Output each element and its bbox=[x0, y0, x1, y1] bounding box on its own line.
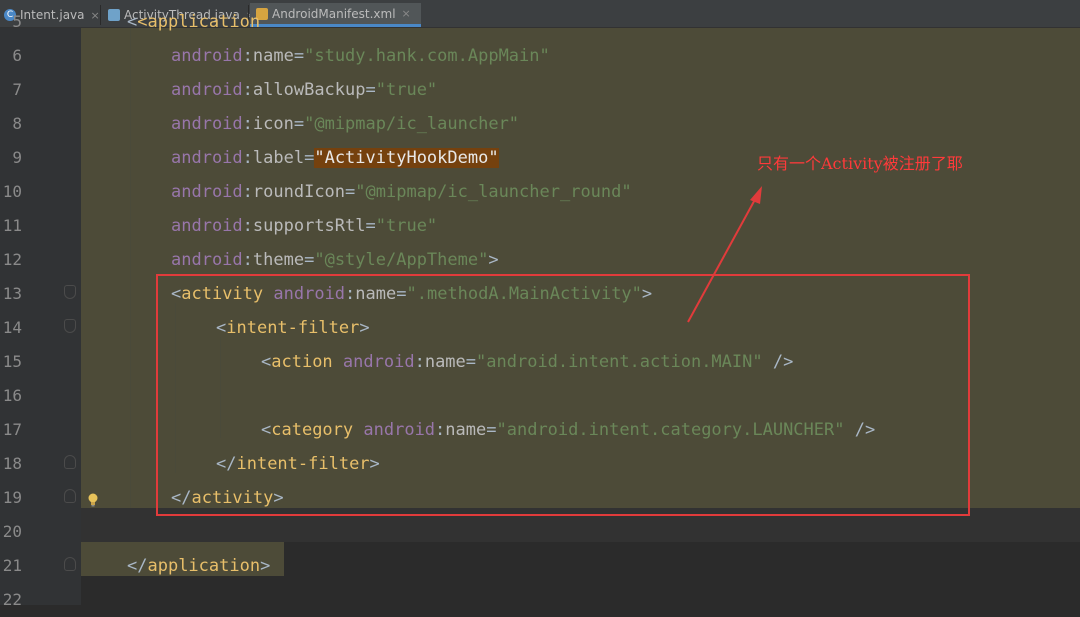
line-number: 14 bbox=[2, 318, 22, 337]
code-line-7: android:allowBackup="true" bbox=[171, 80, 438, 100]
line-number: 12 bbox=[2, 250, 22, 269]
code-line-9: android:label="ActivityHookDemo" bbox=[171, 148, 499, 168]
line-number: 22 bbox=[2, 590, 22, 609]
line-number: 20 bbox=[2, 522, 22, 541]
code-line-12: android:theme="@style/AppTheme"> bbox=[171, 250, 499, 270]
line-number: 17 bbox=[2, 420, 22, 439]
lightbulb-icon[interactable] bbox=[87, 493, 99, 507]
line-number: 19 bbox=[2, 488, 22, 507]
tab-label: Intent.java bbox=[20, 8, 85, 22]
line-number: 11 bbox=[2, 216, 22, 235]
indent-guide bbox=[130, 28, 131, 508]
selected-text: "ActivityHookDemo" bbox=[314, 148, 499, 168]
tab-label: AndroidManifest.xml bbox=[272, 6, 396, 21]
line-number: 13 bbox=[2, 284, 22, 303]
code-line-11: android:supportsRtl="true" bbox=[171, 216, 438, 236]
line-number: 16 bbox=[2, 386, 22, 405]
line-number: 9 bbox=[12, 148, 22, 167]
code-line-8: android:icon="@mipmap/ic_launcher" bbox=[171, 114, 520, 134]
annotation-note: 只有一个Activity被注册了耶 bbox=[757, 154, 963, 173]
line-number: 10 bbox=[2, 182, 22, 201]
code-line-6: android:name="study.hank.com.AppMain" bbox=[171, 46, 550, 66]
code-line-10: android:roundIcon="@mipmap/ic_launcher_r… bbox=[171, 182, 632, 202]
java-file-icon bbox=[108, 9, 120, 21]
fold-marker-icon[interactable] bbox=[64, 285, 76, 299]
code-line-5: <<application bbox=[127, 12, 261, 32]
tab-androidmanifest-xml[interactable]: AndroidManifest.xml × bbox=[250, 3, 421, 27]
annotation-highlight-box bbox=[156, 274, 970, 516]
line-number: 21 bbox=[2, 556, 22, 575]
fold-marker-icon[interactable] bbox=[64, 557, 76, 571]
line-number: 5 bbox=[12, 12, 22, 31]
line-number: 6 bbox=[12, 46, 22, 65]
fold-marker-icon[interactable] bbox=[64, 455, 76, 469]
fold-marker-icon[interactable] bbox=[64, 489, 76, 503]
line-number: 15 bbox=[2, 352, 22, 371]
close-icon[interactable]: × bbox=[402, 7, 411, 20]
line-number: 7 bbox=[12, 80, 22, 99]
fold-marker-icon[interactable] bbox=[64, 319, 76, 333]
line-number: 8 bbox=[12, 114, 22, 133]
line-number: 18 bbox=[2, 454, 22, 473]
line-number-gutter: 5 6 7 8 9 10 11 12 13 14 15 16 17 18 19 … bbox=[0, 12, 81, 609]
close-icon[interactable]: × bbox=[91, 9, 100, 22]
annotation-arrow bbox=[687, 186, 762, 323]
code-line-21: </application> bbox=[127, 556, 271, 576]
